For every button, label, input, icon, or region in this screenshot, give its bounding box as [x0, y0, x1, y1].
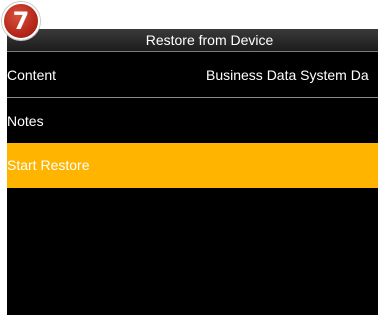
menu-item-content-label: Content	[7, 67, 57, 83]
menu-item-notes[interactable]: Notes	[7, 99, 378, 144]
device-frame: Restore from Device Content Business Dat…	[0, 0, 378, 315]
menu-item-start-restore[interactable]: Start Restore	[7, 143, 378, 188]
title-bar: Restore from Device	[7, 29, 378, 52]
page-title: Restore from Device	[145, 32, 274, 48]
menu-item-content-value: Business Data System Da	[206, 67, 369, 83]
menu-item-notes-label: Notes	[7, 113, 44, 129]
menu-item-content[interactable]: Content Business Data System Da	[7, 53, 378, 98]
step-number-badge: 7	[2, 2, 40, 40]
menu-item-start-restore-label: Start Restore	[7, 157, 90, 173]
